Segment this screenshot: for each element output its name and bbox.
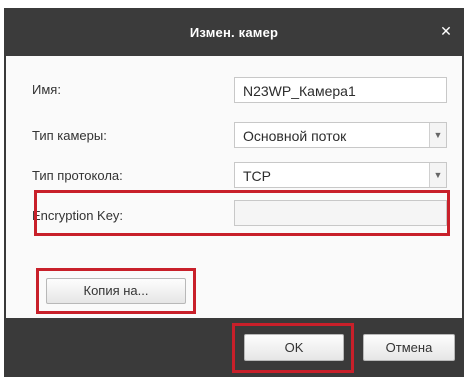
protocol-select[interactable]: TCP ▼ (234, 162, 447, 188)
dialog-titlebar: Измен. камер ✕ (4, 8, 464, 56)
protocol-label: Тип протокола: (32, 168, 123, 183)
name-value: N23WP_Камера1 (243, 83, 356, 99)
name-label: Имя: (32, 82, 61, 97)
cancel-button[interactable]: Отмена (363, 334, 455, 361)
camera-type-label: Тип камеры: (32, 128, 107, 143)
camera-type-value: Основной поток (243, 128, 347, 144)
dialog-body: Имя: N23WP_Камера1 Тип камеры: Основной … (6, 56, 462, 318)
protocol-value: TCP (243, 168, 271, 184)
close-icon[interactable]: ✕ (438, 23, 454, 39)
dialog-title: Измен. камер (189, 25, 279, 40)
edit-camera-dialog: Измен. камер ✕ Имя: N23WP_Камера1 Тип ка… (4, 8, 464, 377)
camera-type-select[interactable]: Основной поток ▼ (234, 122, 447, 148)
ok-button-highlight (232, 323, 354, 373)
copy-to-highlight (36, 268, 196, 314)
dialog-footer: OK Отмена (4, 318, 464, 377)
name-field[interactable]: N23WP_Камера1 (234, 77, 447, 103)
encryption-key-highlight (34, 190, 450, 236)
chevron-down-icon[interactable]: ▼ (429, 123, 446, 147)
chevron-down-icon[interactable]: ▼ (429, 163, 446, 187)
